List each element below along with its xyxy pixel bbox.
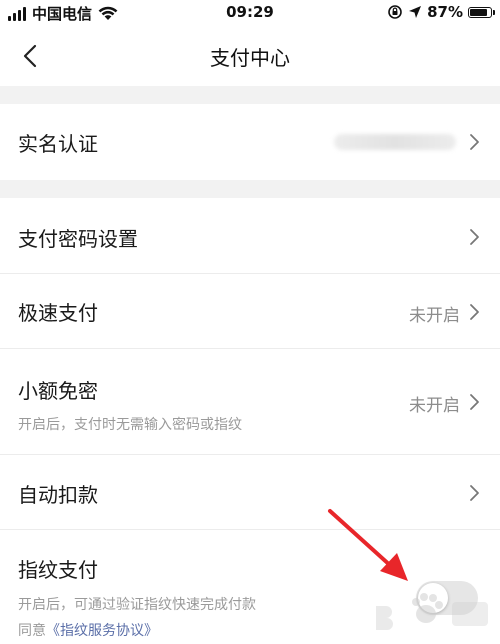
chevron-right-icon: [470, 485, 479, 501]
page-title: 支付中心: [210, 46, 290, 70]
settings-card: 支付密码设置 极速支付 未开启 小额免密 开启后，支付时无需输入密码或指纹 未开…: [0, 198, 500, 644]
row-description: 开启后，支付时无需输入密码或指纹: [18, 417, 242, 433]
row-label: 自动扣款: [18, 483, 98, 507]
agreement-text: 同意《指纹服务协议》: [18, 620, 158, 640]
status-value: 未开启: [409, 396, 460, 416]
agreement-link[interactable]: 《指纹服务协议》: [46, 623, 158, 639]
row-label: 指纹支付: [18, 558, 98, 582]
masked-name-value: [334, 134, 456, 150]
status-value: 未开启: [409, 306, 460, 326]
location-icon: [409, 6, 422, 18]
battery-icon: [468, 6, 495, 18]
watermark-logo-icon: [376, 593, 488, 630]
row-auto-deduct[interactable]: 自动扣款: [0, 455, 500, 530]
row-label: 支付密码设置: [18, 227, 138, 251]
chevron-right-icon: [470, 229, 479, 245]
chevron-right-icon: [470, 134, 479, 150]
row-small-amount-free[interactable]: 小额免密 开启后，支付时无需输入密码或指纹 未开启: [0, 349, 500, 455]
row-label: 小额免密: [18, 379, 98, 403]
status-bar-right: 87%: [387, 3, 495, 21]
agreement-prefix: 同意: [18, 623, 46, 639]
row-label: 极速支付: [18, 301, 98, 325]
chevron-right-icon: [470, 304, 479, 320]
orientation-lock-icon: [388, 5, 402, 19]
row-fast-pay[interactable]: 极速支付 未开启: [0, 274, 500, 349]
identity-card: 实名认证: [0, 104, 500, 180]
status-bar: 中国电信 09:29 87%: [0, 0, 500, 26]
row-real-name[interactable]: 实名认证: [0, 104, 500, 180]
nav-bar: 支付中心: [0, 26, 500, 86]
battery-fill: [470, 8, 487, 16]
battery-percent: 87%: [427, 3, 463, 21]
row-label: 实名认证: [18, 132, 98, 156]
row-pay-password[interactable]: 支付密码设置: [0, 198, 500, 274]
row-description: 开启后，可通过验证指纹快速完成付款: [18, 597, 256, 613]
annotation-arrow-icon: [328, 509, 408, 581]
chevron-right-icon: [470, 394, 479, 410]
